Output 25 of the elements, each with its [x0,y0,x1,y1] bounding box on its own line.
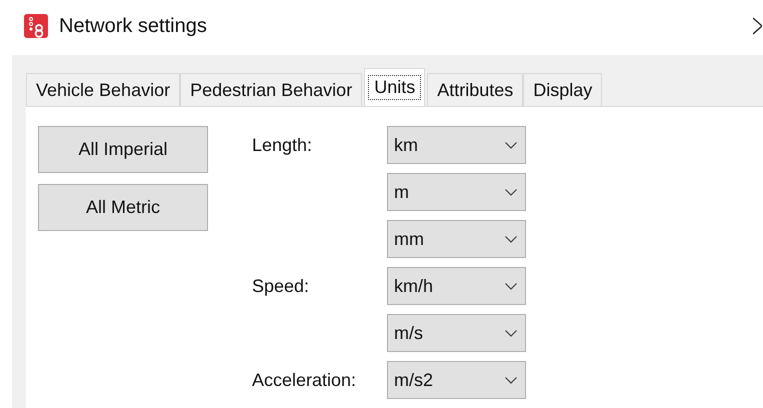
tab[interactable]: Attributes [427,73,524,106]
chevron-down-icon [505,188,517,196]
unit-dropdown[interactable]: m [387,173,526,211]
unit-dropdown[interactable]: m/s [387,314,526,352]
unit-dropdown[interactable]: mm [387,220,526,258]
field-label: Speed: [252,276,310,296]
tab[interactable]: Vehicle Behavior [26,73,180,106]
unit-dropdown[interactable]: km/h [387,267,526,305]
chevron-down-icon [505,330,517,336]
app-logo-icon [24,14,48,38]
field-label: Length: [252,134,312,156]
unit-preset-button[interactable]: All Metric [38,184,208,231]
tab[interactable]: Units [364,68,426,106]
chevron-down-icon [505,142,517,148]
chevron-down-icon [505,282,517,290]
chevron-down-icon [505,376,517,384]
tab[interactable]: Display [523,73,602,106]
chevron-down-icon [505,236,517,242]
unit-dropdown[interactable]: m/s2 [387,361,526,399]
unit-dropdown[interactable]: km [387,126,526,164]
close-icon[interactable] [753,17,762,35]
unit-preset-button[interactable]: All Imperial [38,126,208,173]
field-label: Acceleration: [252,370,356,390]
tab[interactable]: Pedestrian Behavior [180,73,362,106]
window-title: Network settings [59,14,207,38]
